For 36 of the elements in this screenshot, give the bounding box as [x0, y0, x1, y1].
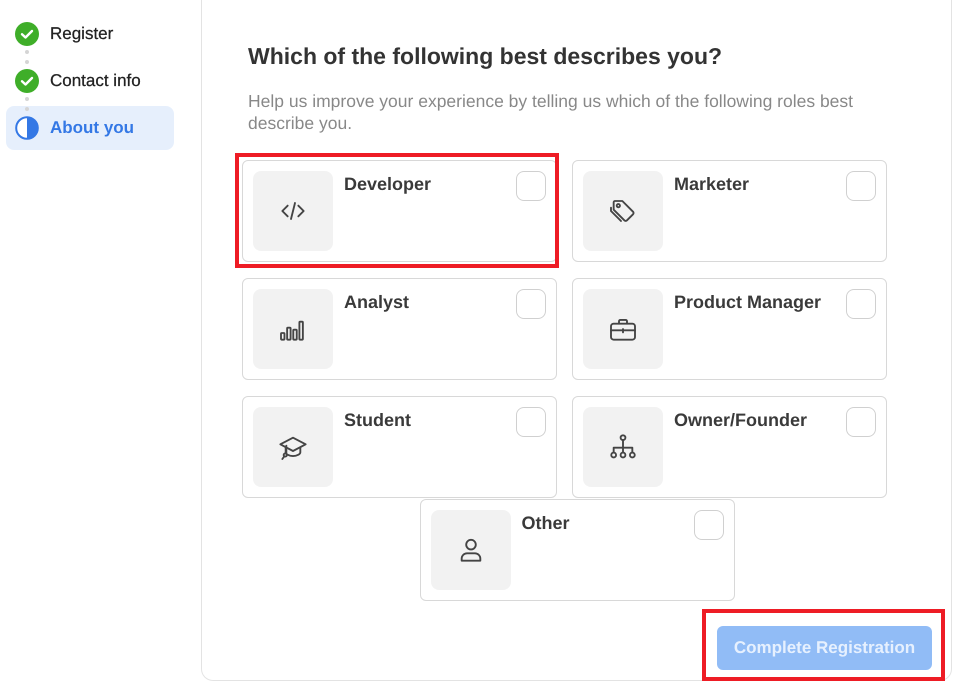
- option-label: Developer: [344, 173, 432, 196]
- graduation-cap-icon: [253, 407, 333, 487]
- question-title: Which of the following best describes you?: [248, 42, 724, 70]
- option-card[interactable]: Developer: [242, 160, 557, 262]
- step-item[interactable]: Register: [6, 12, 174, 56]
- briefcase-icon: [583, 289, 663, 369]
- code-icon: [253, 171, 333, 251]
- step-label: Contact info: [50, 70, 141, 92]
- checkbox[interactable]: [846, 171, 876, 201]
- tag-icon: [583, 171, 663, 251]
- step-item[interactable]: About you: [6, 106, 174, 150]
- hierarchy-icon: [583, 407, 663, 487]
- checkbox[interactable]: [516, 407, 546, 437]
- question-description: Help us improve your experience by telling us which of the following roles best describe you.: [248, 90, 854, 134]
- option-label: Other: [522, 512, 571, 535]
- step-item[interactable]: Contact info: [6, 59, 174, 103]
- option-card[interactable]: Owner/Founder: [572, 396, 887, 498]
- step-label: Register: [50, 23, 114, 46]
- option-card[interactable]: Product Manager: [572, 278, 887, 380]
- checkbox[interactable]: [846, 407, 876, 437]
- step-label: About you: [50, 117, 134, 140]
- option-label: Product Manager: [674, 291, 822, 314]
- option-card[interactable]: Marketer: [572, 160, 887, 262]
- option-label: Analyst: [344, 291, 410, 314]
- option-card[interactable]: Analyst: [242, 278, 557, 380]
- checkbox[interactable]: [516, 171, 546, 201]
- option-label: Student: [344, 409, 412, 432]
- option-card[interactable]: Other: [420, 499, 734, 601]
- option-label: Owner/Founder: [674, 409, 808, 432]
- option-label: Marketer: [674, 173, 750, 196]
- person-icon: [430, 510, 510, 590]
- checkbox[interactable]: [846, 289, 876, 319]
- checkbox[interactable]: [516, 289, 546, 319]
- checkbox[interactable]: [694, 510, 724, 540]
- bar-chart-icon: [253, 289, 333, 369]
- option-card[interactable]: Student: [242, 396, 557, 498]
